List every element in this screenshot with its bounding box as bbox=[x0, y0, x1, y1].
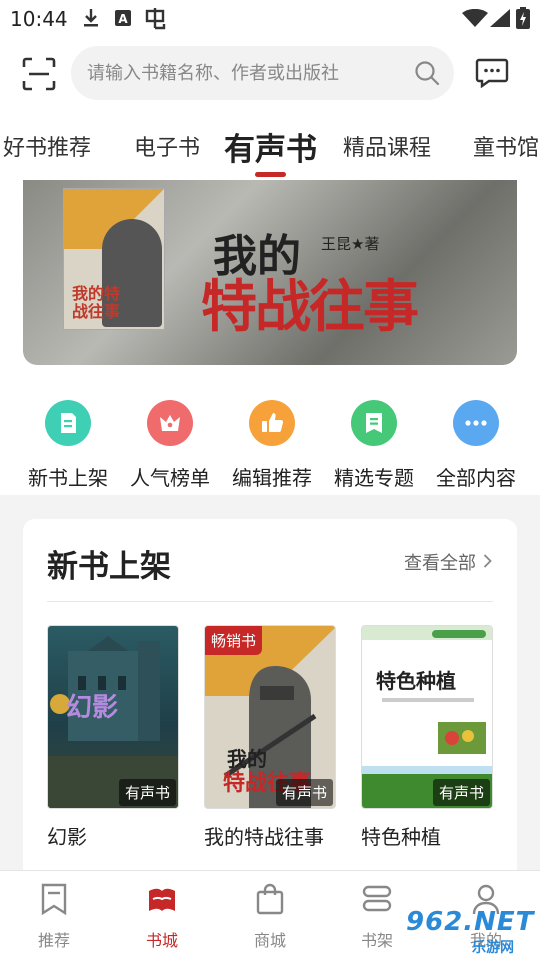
wifi-icon bbox=[462, 9, 488, 27]
quick-link-popular[interactable]: 人气榜单 bbox=[120, 400, 220, 491]
nav-label: 商城 bbox=[253, 931, 286, 950]
download-icon bbox=[84, 9, 98, 27]
search-input[interactable] bbox=[87, 46, 407, 100]
tab-audiobooks[interactable]: 有声书 bbox=[224, 124, 317, 169]
banner-author: 王昆★著 bbox=[321, 235, 380, 253]
quick-link-label: 新书上架 bbox=[28, 466, 108, 490]
status-time: 10:44 bbox=[10, 7, 68, 31]
book-item[interactable]: 我的 特战往事 畅销书 有声书 我的特战往事 bbox=[204, 625, 336, 850]
recommend-icon bbox=[41, 883, 67, 916]
crown-icon bbox=[147, 400, 193, 446]
scan-icon[interactable] bbox=[22, 57, 56, 91]
banner-cover-title: 我的特战往事 bbox=[72, 284, 121, 321]
nav-label: 书架 bbox=[360, 931, 393, 950]
quick-link-label: 编辑推荐 bbox=[232, 466, 312, 490]
nav-recommend[interactable]: 推荐 bbox=[24, 883, 84, 951]
audiobook-badge: 有声书 bbox=[118, 779, 176, 806]
audiobook-badge: 有声书 bbox=[275, 779, 333, 806]
quick-link-all[interactable]: 全部内容 bbox=[426, 400, 526, 491]
section-divider bbox=[47, 601, 493, 602]
tab-kids-books[interactable]: 童书馆 bbox=[473, 130, 539, 162]
book-title: 我的特战往事 bbox=[204, 825, 324, 849]
section-title: 新书上架 bbox=[47, 549, 171, 585]
nav-shop[interactable]: 商城 bbox=[240, 883, 300, 951]
signal-icon bbox=[490, 9, 510, 27]
quick-link-topics[interactable]: 精选专题 bbox=[324, 400, 424, 491]
svg-text:我的: 我的 bbox=[227, 747, 267, 771]
book-cover: 我的 特战往事 畅销书 有声书 bbox=[204, 625, 336, 809]
promo-banner[interactable]: 我的特战往事 我的 王昆★著 特战往事 bbox=[23, 180, 517, 365]
status-bar: 10:44 A bbox=[0, 0, 540, 36]
new-book-icon bbox=[45, 400, 91, 446]
battery-charging-icon bbox=[516, 7, 530, 29]
bookmark-icon bbox=[351, 400, 397, 446]
tab-good-books[interactable]: 好书推荐 bbox=[3, 130, 91, 162]
bestseller-badge: 畅销书 bbox=[205, 626, 263, 655]
nav-label: 推荐 bbox=[37, 931, 70, 950]
nav-label: 书城 bbox=[145, 931, 178, 950]
watermark-subtext: 乐游网 bbox=[472, 940, 514, 956]
app-notification-icon bbox=[145, 8, 166, 30]
book-cover: 特色种植 有声书 bbox=[361, 625, 493, 809]
book-title: 幻影 bbox=[47, 825, 87, 849]
banner-book-cover: 我的特战往事 bbox=[63, 188, 165, 330]
search-header bbox=[0, 36, 540, 112]
view-all-link[interactable]: 查看全部 bbox=[404, 549, 476, 575]
shopping-bag-icon bbox=[256, 883, 284, 915]
quick-link-label: 人气榜单 bbox=[130, 466, 210, 490]
active-tab-indicator bbox=[255, 172, 286, 177]
book-cover: 幻影 有声书 bbox=[47, 625, 179, 809]
svg-text:A: A bbox=[118, 12, 128, 26]
quick-link-label: 全部内容 bbox=[436, 466, 516, 490]
svg-text:幻影: 幻影 bbox=[66, 693, 118, 723]
quick-link-label: 精选专题 bbox=[334, 466, 414, 490]
watermark-text: 962.NET bbox=[406, 907, 535, 937]
nav-bookshelf[interactable]: 书架 bbox=[347, 883, 407, 951]
tab-courses[interactable]: 精品课程 bbox=[343, 130, 431, 162]
banner-title-line2: 特战往事 bbox=[201, 274, 419, 340]
thumbs-up-icon bbox=[249, 400, 295, 446]
book-item[interactable]: 特色种植 有声书 特色种植 bbox=[361, 625, 493, 850]
tab-ebooks[interactable]: 电子书 bbox=[134, 130, 200, 162]
new-books-section: 新书上架 查看全部 幻影 有声书 幻影 我的 特战往事 畅销书 有声书 我的特战… bbox=[23, 519, 517, 899]
audiobook-badge: 有声书 bbox=[432, 779, 490, 806]
bookstore-icon bbox=[149, 888, 175, 911]
site-watermark: 962.NET 乐游网 bbox=[400, 905, 538, 957]
svg-text:特色种植: 特色种植 bbox=[376, 669, 456, 693]
text-a-icon: A bbox=[115, 10, 131, 26]
category-tabs: 好书推荐 电子书 有声书 精品课程 童书馆 bbox=[0, 112, 540, 180]
search-icon[interactable] bbox=[414, 60, 440, 86]
quick-link-editor-picks[interactable]: 编辑推荐 bbox=[222, 400, 322, 491]
nav-bookstore[interactable]: 书城 bbox=[132, 883, 192, 951]
search-bar[interactable] bbox=[71, 46, 454, 100]
book-item[interactable]: 幻影 有声书 幻影 bbox=[47, 625, 179, 850]
book-title: 特色种植 bbox=[361, 825, 441, 849]
quick-link-new-books[interactable]: 新书上架 bbox=[18, 400, 118, 491]
bookshelf-icon bbox=[362, 885, 392, 912]
message-icon[interactable] bbox=[475, 58, 509, 88]
more-icon bbox=[453, 400, 499, 446]
chevron-right-icon[interactable] bbox=[483, 554, 492, 568]
